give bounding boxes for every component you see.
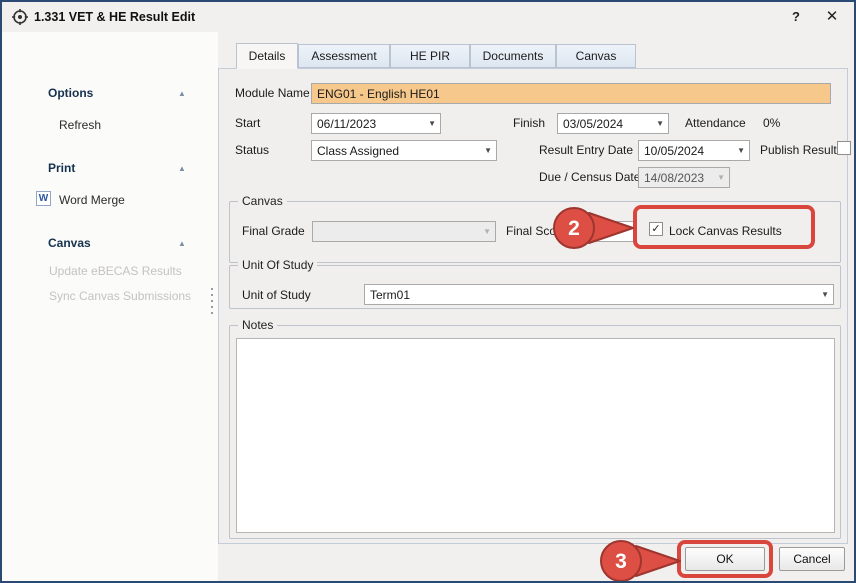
due-census-date-label: Due / Census Date bbox=[539, 170, 640, 184]
status-label: Status bbox=[235, 143, 269, 157]
tab-assessment[interactable]: Assessment bbox=[298, 44, 390, 68]
collapse-arrow-icon[interactable]: ▲ bbox=[178, 239, 186, 248]
finish-label: Finish bbox=[513, 116, 545, 130]
lock-canvas-results-checkbox[interactable]: ✓ bbox=[649, 222, 663, 236]
unit-of-study-value: Term01 bbox=[370, 288, 410, 302]
finish-date-value: 03/05/2024 bbox=[563, 117, 623, 131]
window-title: 1.331 VET & HE Result Edit bbox=[34, 10, 195, 24]
sidebar-section-print[interactable]: Print bbox=[48, 161, 75, 175]
start-date-picker[interactable]: 06/11/2023 ▼ bbox=[311, 113, 441, 134]
attendance-label: Attendance bbox=[685, 116, 746, 130]
unit-of-study-dropdown[interactable]: Term01 ▼ bbox=[364, 284, 834, 305]
chevron-down-icon: ▼ bbox=[821, 291, 829, 299]
finish-date-picker[interactable]: 03/05/2024 ▼ bbox=[557, 113, 669, 134]
sidebar-item-word-merge[interactable]: Word Merge bbox=[59, 193, 125, 207]
close-icon[interactable]: ✕ bbox=[822, 8, 842, 26]
titlebar: 1.331 VET & HE Result Edit ? ✕ bbox=[2, 2, 854, 32]
sidebar-section-canvas[interactable]: Canvas bbox=[48, 236, 91, 250]
collapse-arrow-icon[interactable]: ▲ bbox=[178, 164, 186, 173]
details-page: Module Name ENG01 - English HE01 Start 0… bbox=[218, 68, 848, 544]
notes-groupbox: Notes bbox=[229, 325, 841, 539]
tab-he-pir[interactable]: HE PIR bbox=[390, 44, 470, 68]
module-name-field[interactable]: ENG01 - English HE01 bbox=[311, 83, 831, 104]
unit-group-title: Unit Of Study bbox=[238, 258, 317, 272]
final-score-label: Final Score bbox=[506, 224, 567, 238]
chevron-down-icon: ▼ bbox=[484, 147, 492, 155]
tab-details[interactable]: Details bbox=[236, 43, 298, 69]
cancel-button[interactable]: Cancel bbox=[779, 547, 845, 571]
module-name-value: ENG01 - English HE01 bbox=[317, 87, 440, 101]
result-entry-date-value: 10/05/2024 bbox=[644, 144, 704, 158]
due-census-date-value: 14/08/2023 bbox=[644, 171, 704, 185]
start-date-value: 06/11/2023 bbox=[317, 117, 376, 131]
sidebar-section-options[interactable]: Options bbox=[48, 86, 93, 100]
chevron-down-icon: ▼ bbox=[656, 120, 664, 128]
help-button[interactable]: ? bbox=[786, 8, 806, 26]
tab-documents[interactable]: Documents bbox=[470, 44, 556, 68]
annotation-step3-number: 3 bbox=[615, 550, 627, 573]
unit-of-study-groupbox: Unit Of Study Unit of Study Term01 ▼ bbox=[229, 265, 841, 309]
sidebar-item-update-ebecas[interactable]: Update eBECAS Results bbox=[49, 264, 182, 278]
lock-canvas-results-label: Lock Canvas Results bbox=[669, 224, 782, 238]
notes-textarea[interactable] bbox=[236, 338, 835, 533]
publish-result-label: Publish Result bbox=[760, 143, 837, 157]
dialog-window: 1.331 VET & HE Result Edit ? ✕ Options ▲… bbox=[0, 0, 856, 583]
ok-button[interactable]: OK bbox=[685, 547, 765, 571]
attendance-value: 0% bbox=[763, 116, 780, 130]
result-entry-date-picker[interactable]: 10/05/2024 ▼ bbox=[638, 140, 750, 161]
collapse-arrow-icon[interactable]: ▲ bbox=[178, 89, 186, 98]
final-grade-label: Final Grade bbox=[242, 224, 305, 238]
start-label: Start bbox=[235, 116, 260, 130]
chevron-down-icon: ▼ bbox=[483, 228, 491, 236]
sidebar: Options ▲ Refresh Print ▲ W Word Merge C… bbox=[2, 32, 218, 581]
final-score-field[interactable] bbox=[566, 221, 636, 242]
app-gear-icon bbox=[12, 9, 28, 25]
check-icon: ✓ bbox=[651, 223, 660, 235]
chevron-down-icon: ▼ bbox=[428, 120, 436, 128]
chevron-down-icon: ▼ bbox=[737, 147, 745, 155]
canvas-groupbox: Canvas Final Grade ▼ Final Score ✓ Lock … bbox=[229, 201, 841, 263]
module-name-label: Module Name bbox=[235, 86, 310, 100]
unit-of-study-label: Unit of Study bbox=[242, 288, 311, 302]
status-value: Class Assigned bbox=[317, 144, 399, 158]
result-entry-date-label: Result Entry Date bbox=[539, 143, 633, 157]
chevron-down-icon: ▼ bbox=[717, 174, 725, 182]
sidebar-item-refresh[interactable]: Refresh bbox=[59, 118, 101, 132]
notes-group-title: Notes bbox=[238, 318, 277, 332]
splitter-grip[interactable] bbox=[208, 278, 216, 324]
word-icon: W bbox=[36, 191, 51, 206]
publish-result-checkbox[interactable] bbox=[837, 141, 851, 155]
canvas-group-title: Canvas bbox=[238, 194, 287, 208]
sidebar-item-sync-canvas[interactable]: Sync Canvas Submissions bbox=[49, 289, 191, 303]
final-grade-dropdown[interactable]: ▼ bbox=[312, 221, 496, 242]
due-census-date-picker[interactable]: 14/08/2023 ▼ bbox=[638, 167, 730, 188]
tab-canvas[interactable]: Canvas bbox=[556, 44, 636, 68]
status-dropdown[interactable]: Class Assigned ▼ bbox=[311, 140, 497, 161]
